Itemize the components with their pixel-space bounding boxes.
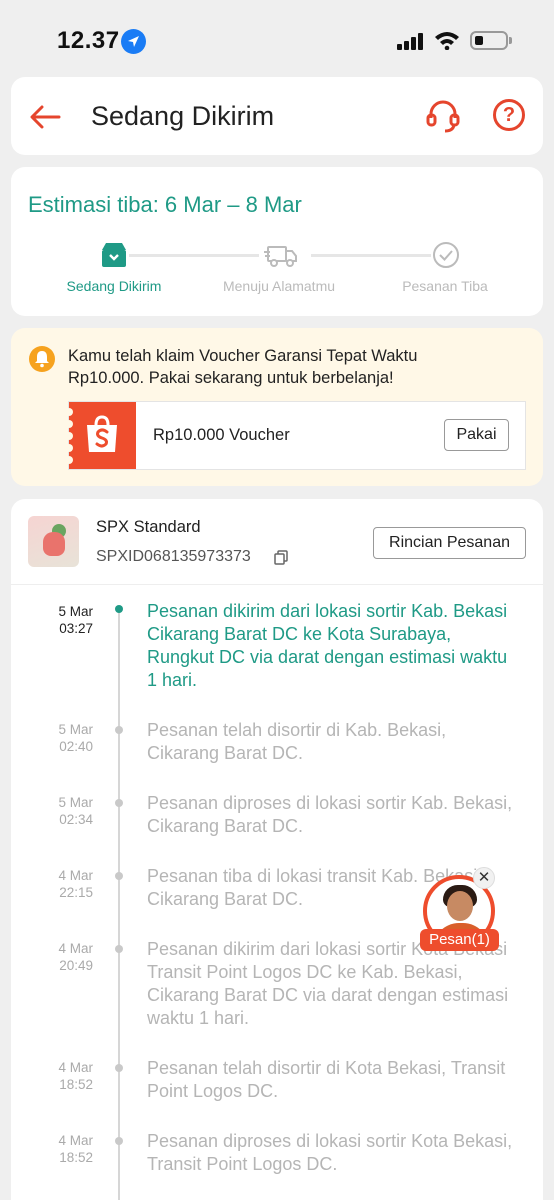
event-date: 4 Mar — [58, 868, 93, 883]
location-arrow-icon — [121, 29, 146, 54]
event-date: 4 Mar — [58, 941, 93, 956]
voucher-message: Kamu telah klaim Voucher Garansi Tepat W… — [68, 347, 418, 387]
step-label: Sedang Dikirim — [66, 278, 162, 294]
wifi-icon — [435, 32, 459, 50]
divider — [11, 584, 543, 585]
estimated-arrival: Estimasi tiba: 6 Mar – 8 Mar — [28, 192, 302, 217]
event-description: Pesanan diproses di lokasi sortir Kab. B… — [147, 793, 513, 836]
voucher-stub — [65, 402, 136, 469]
step-label: Pesanan Tiba — [402, 278, 488, 294]
event-description: Pesanan telah disortir di Kab. Bekasi, C… — [147, 720, 447, 763]
help-question-icon[interactable]: ? — [493, 99, 525, 131]
event-datetime: 5 Mar 02:34 — [33, 794, 93, 828]
event-description: Pesanan diproses di lokasi sortir Kota B… — [147, 1131, 513, 1174]
timeline-dot — [115, 1064, 123, 1072]
event-time: 20:49 — [59, 958, 93, 973]
cellular-signal-icon — [397, 32, 425, 50]
event-time: 18:52 — [59, 1077, 93, 1092]
step-label: Menuju Alamatmu — [222, 278, 336, 294]
use-voucher-button[interactable]: Pakai — [444, 419, 509, 451]
timeline-line — [118, 611, 120, 1200]
event-time: 02:34 — [59, 812, 93, 827]
event-datetime: 5 Mar 02:40 — [33, 721, 93, 755]
close-icon[interactable]: ✕ — [473, 867, 495, 889]
battery-tip — [509, 37, 512, 44]
shopee-bag-icon — [87, 415, 117, 452]
event-time: 03:27 — [59, 621, 93, 636]
event-description: Pesanan telah disortir di Kota Bekasi, T… — [147, 1058, 506, 1101]
product-thumbnail[interactable] — [28, 516, 79, 567]
bell-icon — [29, 346, 55, 372]
event-date: 5 Mar — [58, 604, 93, 619]
event-date: 5 Mar — [58, 722, 93, 737]
event-datetime: 5 Mar 03:27 — [33, 603, 93, 637]
event-time: 18:52 — [59, 1150, 93, 1165]
event-datetime: 4 Mar 18:52 — [33, 1059, 93, 1093]
event-date: 4 Mar — [58, 1060, 93, 1075]
event-time: 22:15 — [59, 885, 93, 900]
event-description: Pesanan dikirim dari lokasi sortir Kota … — [147, 939, 509, 1028]
battery-icon — [470, 31, 508, 50]
chat-message-badge[interactable]: Pesan(1) — [420, 929, 499, 951]
status-time: 12.37 — [57, 27, 120, 54]
timeline-dot — [115, 872, 123, 880]
event-description: Pesanan dikirim dari lokasi sortir Kab. … — [147, 601, 508, 690]
event-time: 02:40 — [59, 739, 93, 754]
copy-icon[interactable] — [274, 550, 288, 565]
order-details-button[interactable]: Rincian Pesanan — [373, 527, 526, 559]
timeline-dot — [115, 799, 123, 807]
event-datetime: 4 Mar 20:49 — [33, 940, 93, 974]
delivery-estimate-card: Estimasi tiba: 6 Mar – 8 Mar Sedang Diki… — [11, 167, 543, 316]
timeline-dot — [115, 726, 123, 734]
headset-support-icon[interactable] — [425, 98, 461, 134]
status-bar: 12.37 — [0, 0, 554, 70]
package-box-icon — [102, 243, 126, 267]
timeline-dot — [115, 605, 123, 613]
event-datetime: 4 Mar 22:15 — [33, 867, 93, 901]
event-date: 5 Mar — [58, 795, 93, 810]
timeline-dot — [115, 1137, 123, 1145]
check-circle-icon — [433, 242, 459, 268]
courier-name: SPX Standard — [96, 518, 201, 536]
progress-connector — [129, 254, 259, 257]
progress-connector — [311, 254, 431, 257]
chat-floating-button[interactable]: ✕ Pesan(1) — [420, 867, 500, 951]
delivery-truck-icon — [264, 246, 297, 267]
timeline-dot — [115, 945, 123, 953]
page-title: Sedang Dikirim — [91, 101, 275, 131]
shipment-tracking-card: SPX Standard SPXID068135973373 Rincian P… — [11, 499, 543, 1200]
back-arrow-icon[interactable] — [27, 99, 63, 135]
header-bar: Sedang Dikirim ? — [11, 77, 543, 155]
tracking-number: SPXID068135973373 — [96, 548, 251, 565]
event-date: 4 Mar — [58, 1133, 93, 1148]
event-datetime: 4 Mar 18:52 — [33, 1132, 93, 1166]
voucher-card[interactable]: Rp10.000 Voucher Pakai — [65, 401, 526, 470]
voucher-name: Rp10.000 Voucher — [153, 426, 290, 444]
voucher-notice: Kamu telah klaim Voucher Garansi Tepat W… — [11, 328, 543, 486]
